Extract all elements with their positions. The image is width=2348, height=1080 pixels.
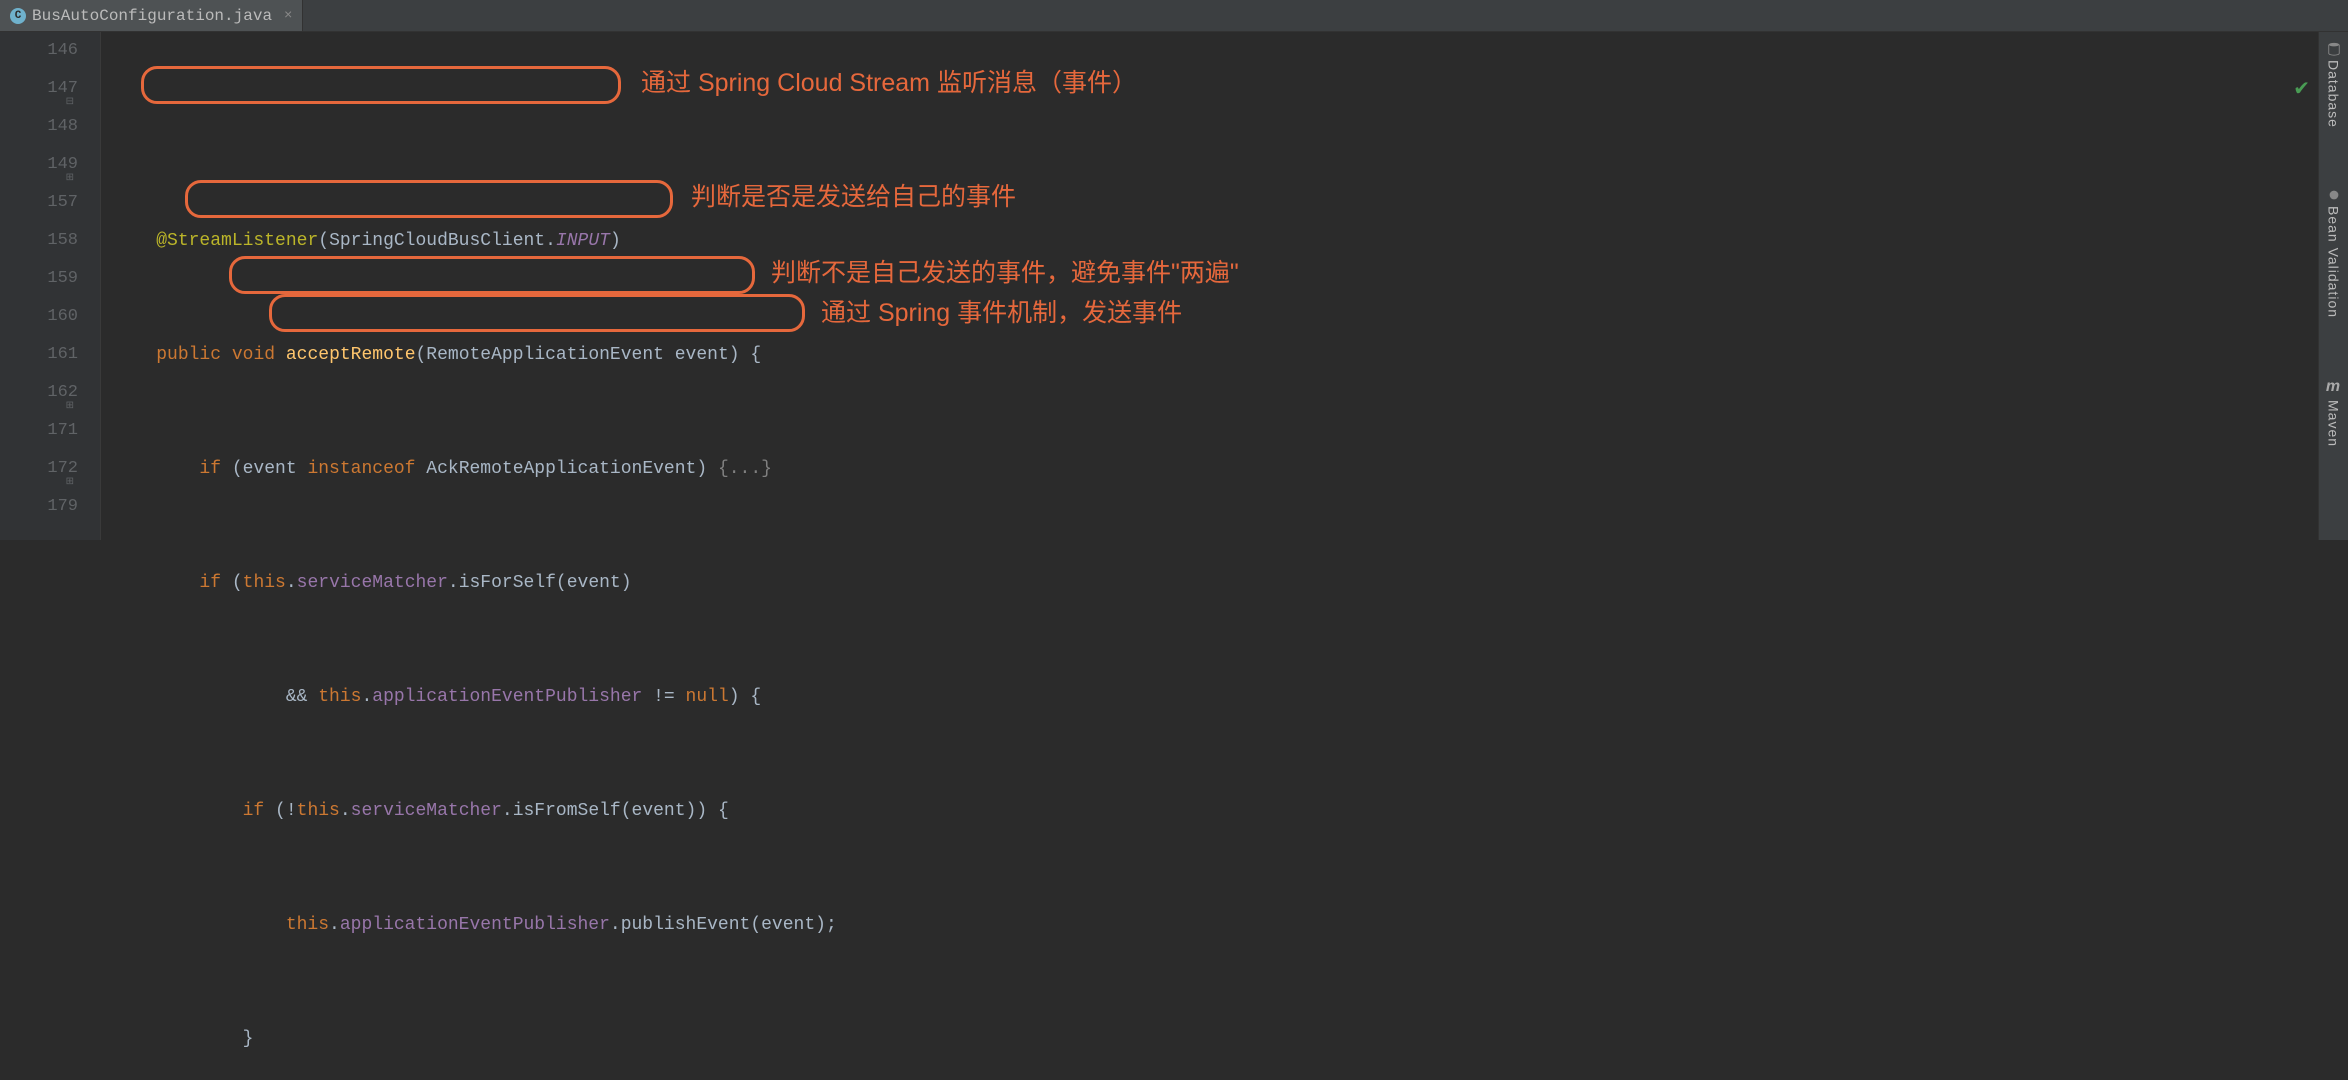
annotation-text: 通过 Spring Cloud Stream 监听消息（事件） [641, 64, 1137, 102]
line-number: 179 [0, 488, 78, 526]
line-number: 146 [0, 32, 78, 70]
line-number: 172⊞ [0, 450, 78, 488]
code-area[interactable]: @StreamListener(SpringCloudBusClient.INP… [100, 32, 2348, 540]
tab-filename: BusAutoConfiguration.java [32, 7, 272, 25]
close-icon[interactable]: × [284, 8, 292, 24]
annotation-box [229, 256, 755, 294]
line-number: 160 [0, 298, 78, 336]
file-tab[interactable]: C BusAutoConfiguration.java × [0, 0, 303, 31]
code-line: public void acceptRemote(RemoteApplicati… [113, 336, 2348, 374]
annotation-text: 判断不是自己发送的事件，避免事件"两遍" [771, 254, 1239, 292]
code-line: if (!this.serviceMatcher.isFromSelf(even… [113, 792, 2348, 830]
code-line: if (this.serviceMatcher.isForSelf(event) [113, 564, 2348, 602]
line-number: 171 [0, 412, 78, 450]
line-number: 157 [0, 184, 78, 222]
gutter: 146 147⊟ 148 149⊞ 157 158 159 160 161 16… [0, 32, 100, 540]
java-class-icon: C [10, 8, 26, 24]
database-icon [2327, 42, 2341, 56]
fold-indicator-icon[interactable]: ⊞ [64, 160, 74, 170]
code-line: this.applicationEventPublisher.publishEv… [113, 906, 2348, 944]
annotation-text: 判断是否是发送给自己的事件 [691, 178, 1016, 216]
fold-indicator-icon[interactable]: ⊞ [64, 388, 74, 398]
annotation-box [141, 66, 621, 104]
bean-validation-tool-button[interactable]: Bean Validation [2326, 188, 2342, 318]
right-tool-panel: Database Bean Validation m Maven [2318, 32, 2348, 540]
annotation-text: 通过 Spring 事件机制，发送事件 [821, 294, 1182, 332]
line-number: 148 [0, 108, 78, 146]
database-tool-button[interactable]: Database [2326, 42, 2342, 128]
analysis-ok-icon[interactable]: ✔ [2293, 72, 2310, 110]
bean-icon [2327, 188, 2341, 202]
line-number: 161 [0, 336, 78, 374]
maven-icon: m [2326, 378, 2341, 396]
fold-indicator-icon[interactable]: ⊟ [64, 84, 74, 94]
annotation-box [269, 294, 805, 332]
line-number: 149⊞ [0, 146, 78, 184]
tab-bar: C BusAutoConfiguration.java × [0, 0, 2348, 32]
line-number: 162⊞ [0, 374, 78, 412]
code-line: } [113, 1020, 2348, 1058]
line-number: 159 [0, 260, 78, 298]
code-line: if (event instanceof AckRemoteApplicatio… [113, 450, 2348, 488]
line-number: 147⊟ [0, 70, 78, 108]
editor-area: 146 147⊟ 148 149⊞ 157 158 159 160 161 16… [0, 32, 2348, 540]
maven-tool-button[interactable]: m Maven [2326, 378, 2342, 447]
fold-indicator-icon[interactable]: ⊞ [64, 464, 74, 474]
code-line [113, 108, 2348, 146]
code-line: && this.applicationEventPublisher != nul… [113, 678, 2348, 716]
line-number: 158 [0, 222, 78, 260]
annotation-box [185, 180, 673, 218]
